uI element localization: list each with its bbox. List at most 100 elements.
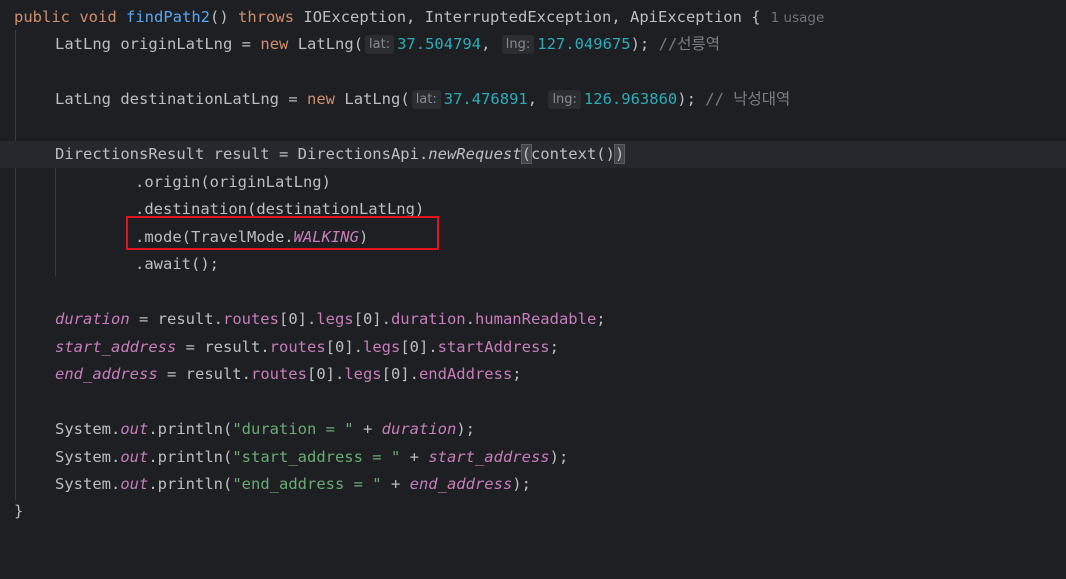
operator-plus: +: [381, 475, 410, 493]
operator: =: [288, 90, 298, 108]
field-out: out: [120, 475, 149, 493]
operator-plus: +: [400, 448, 429, 466]
field-legs: legs: [344, 365, 382, 383]
field-duration: duration: [55, 310, 130, 328]
request-lhs: DirectionsResult result = DirectionsApi.: [55, 145, 429, 163]
string-literal: "duration = ": [232, 420, 354, 438]
field-out: out: [120, 448, 149, 466]
assign-mid: = result.: [157, 365, 251, 383]
system-class: System.: [55, 448, 121, 466]
comma: ,: [527, 90, 538, 108]
keyword-throws: throws: [238, 8, 295, 26]
operator-plus: +: [353, 420, 382, 438]
code-line-directions-request[interactable]: DirectionsResult result = DirectionsApi.…: [0, 141, 1066, 168]
param-hint-lng: lng:: [501, 35, 535, 54]
index-access: [0].: [325, 338, 363, 356]
param-hint-lng: lng:: [548, 90, 581, 109]
comma: ,: [481, 35, 491, 53]
lng-value: 126.963860: [583, 90, 678, 108]
field-legs: legs: [362, 338, 401, 356]
code-line-print-start-address[interactable]: System.out.println("start_address = " + …: [0, 444, 1066, 471]
statement-end: );: [512, 475, 531, 493]
matched-paren-open: (: [520, 144, 532, 164]
code-line-closing-brace[interactable]: }: [0, 498, 1066, 525]
param-hint-lat: lat:: [411, 90, 441, 109]
comment: // 낙성대역: [705, 90, 791, 108]
method-params: (): [210, 8, 229, 26]
code-line-assign-end-address[interactable]: end_address = result.routes[0].legs[0].e…: [0, 361, 1066, 388]
code-line-method-signature[interactable]: public void findPath2() throws IOExcepti…: [0, 4, 1066, 31]
lng-value: 127.049675: [537, 35, 631, 53]
statement-end: );: [630, 35, 650, 53]
variable-name: originLatLng: [120, 35, 233, 53]
statement-end: ;: [512, 365, 522, 383]
field-duration-leg: duration: [390, 310, 466, 328]
assign-mid: = result.: [129, 310, 223, 328]
field-human-readable: humanReadable: [474, 310, 597, 328]
field-out: out: [120, 420, 149, 438]
chain-origin: .origin(originLatLng): [135, 173, 331, 191]
highlight-annotation-box: [126, 216, 439, 250]
comment: //선릉역: [658, 35, 721, 53]
field-start-address: start_address: [55, 338, 177, 356]
constructor-call: LatLng(: [344, 90, 410, 108]
field-legs: legs: [316, 310, 354, 328]
code-line-print-duration[interactable]: System.out.println("duration = " + durat…: [0, 416, 1066, 443]
statement-end: ;: [549, 338, 559, 356]
variable-name: destinationLatLng: [120, 90, 279, 108]
field-routes: routes: [222, 310, 279, 328]
type-name: LatLng: [55, 35, 111, 53]
closing-brace: }: [14, 502, 24, 520]
lat-value: 37.504794: [397, 35, 482, 53]
field-end-address: end_address: [55, 365, 158, 383]
code-line-chain-origin[interactable]: .origin(originLatLng): [0, 169, 1066, 196]
chain-await: .await();: [135, 255, 219, 273]
code-line-assign-start-address[interactable]: start_address = result.routes[0].legs[0]…: [0, 334, 1066, 361]
code-editor[interactable]: public void findPath2() throws IOExcepti…: [0, 0, 1066, 533]
field-duration: duration: [381, 420, 457, 438]
exception-list: IOException, InterruptedException, ApiEx…: [303, 8, 761, 26]
code-line-assign-duration[interactable]: duration = result.routes[0].legs[0].dura…: [0, 306, 1066, 333]
index-access: [0].: [353, 310, 391, 328]
request-args: context(): [530, 145, 615, 163]
keyword-new: new: [307, 90, 336, 108]
statement-end: ;: [596, 310, 606, 328]
method-newrequest: newRequest: [428, 145, 522, 163]
operator: =: [241, 35, 252, 53]
keyword-public: public: [14, 8, 70, 26]
constructor-call: LatLng(: [297, 35, 364, 53]
code-line-chain-await[interactable]: .await();: [0, 251, 1066, 278]
index-access: [0].: [400, 338, 438, 356]
field-routes: routes: [250, 365, 307, 383]
keyword-new: new: [260, 35, 289, 53]
system-class: System.: [55, 475, 121, 493]
field-routes: routes: [269, 338, 326, 356]
println-call: .println(: [148, 448, 233, 466]
println-call: .println(: [148, 475, 233, 493]
code-line-print-end-address[interactable]: System.out.println("end_address = " + en…: [0, 471, 1066, 498]
usage-hint[interactable]: 1 usage: [771, 10, 825, 26]
system-class: System.: [55, 420, 121, 438]
keyword-void: void: [79, 8, 117, 26]
type-name: LatLng: [55, 90, 111, 108]
matched-paren-close: ): [613, 144, 626, 164]
dot: .: [465, 310, 475, 328]
param-hint-lat: lat:: [365, 35, 395, 54]
field-endaddress: endAddress: [418, 365, 513, 383]
statement-end: );: [456, 420, 475, 438]
field-end-address: end_address: [409, 475, 513, 493]
lat-value: 37.476891: [443, 90, 528, 108]
field-startaddress: startAddress: [437, 338, 550, 356]
index-access: [0].: [381, 365, 419, 383]
statement-end: );: [549, 448, 569, 466]
assign-mid: = result.: [176, 338, 270, 356]
code-line-destination-latlng[interactable]: LatLng destinationLatLng = new LatLng(la…: [0, 86, 1066, 113]
index-access: [0].: [306, 365, 345, 383]
string-literal: "start_address = ": [232, 448, 401, 466]
code-line-origin-latlng[interactable]: LatLng originLatLng = new LatLng(lat: 37.…: [0, 31, 1066, 58]
string-literal: "end_address = ": [232, 475, 382, 493]
index-access: [0].: [278, 310, 317, 328]
println-call: .println(: [148, 420, 233, 438]
statement-end: );: [677, 90, 696, 108]
field-start-address: start_address: [428, 448, 550, 466]
